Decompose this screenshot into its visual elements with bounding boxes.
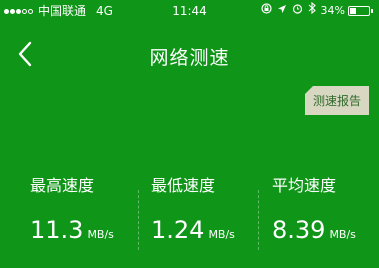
battery-icon [348, 6, 373, 16]
alarm-icon [292, 0, 303, 22]
lock-rotation-icon [260, 0, 272, 22]
stat-label: 最低速度 [151, 176, 216, 195]
stat-unit: MB/s [208, 228, 235, 241]
battery-percent: 34% [320, 4, 345, 17]
speed-stats: 最高速度 11.3 MB/s 最低速度 1.24 MB/s 平均速度 8.39 MB/… [0, 172, 379, 268]
page-title: 网络测速 [149, 47, 230, 69]
battery-level [350, 8, 357, 14]
stat-label: 平均速度 [272, 176, 337, 195]
speed-report-button[interactable]: 测速报告 [304, 86, 369, 115]
location-arrow-icon [277, 0, 287, 22]
nav-bar: 网络测速 [0, 28, 379, 78]
stat-value: 1.24 [151, 216, 205, 244]
stat-label: 最高速度 [30, 176, 95, 195]
stat-avg-speed: 平均速度 8.39 MB/s [272, 172, 379, 244]
stat-unit: MB/s [87, 228, 114, 241]
divider [138, 190, 139, 250]
divider [258, 190, 259, 250]
stat-unit: MB/s [329, 228, 356, 241]
bluetooth-icon [308, 0, 316, 22]
stat-min-speed: 最低速度 1.24 MB/s [151, 172, 271, 244]
stat-max-speed: 最高速度 11.3 MB/s [30, 172, 150, 244]
status-right: 34% [256, 0, 373, 22]
stat-value: 11.3 [30, 216, 84, 244]
stat-value: 8.39 [272, 216, 326, 244]
status-bar: 中国联通 4G 11:44 34% [0, 0, 379, 22]
